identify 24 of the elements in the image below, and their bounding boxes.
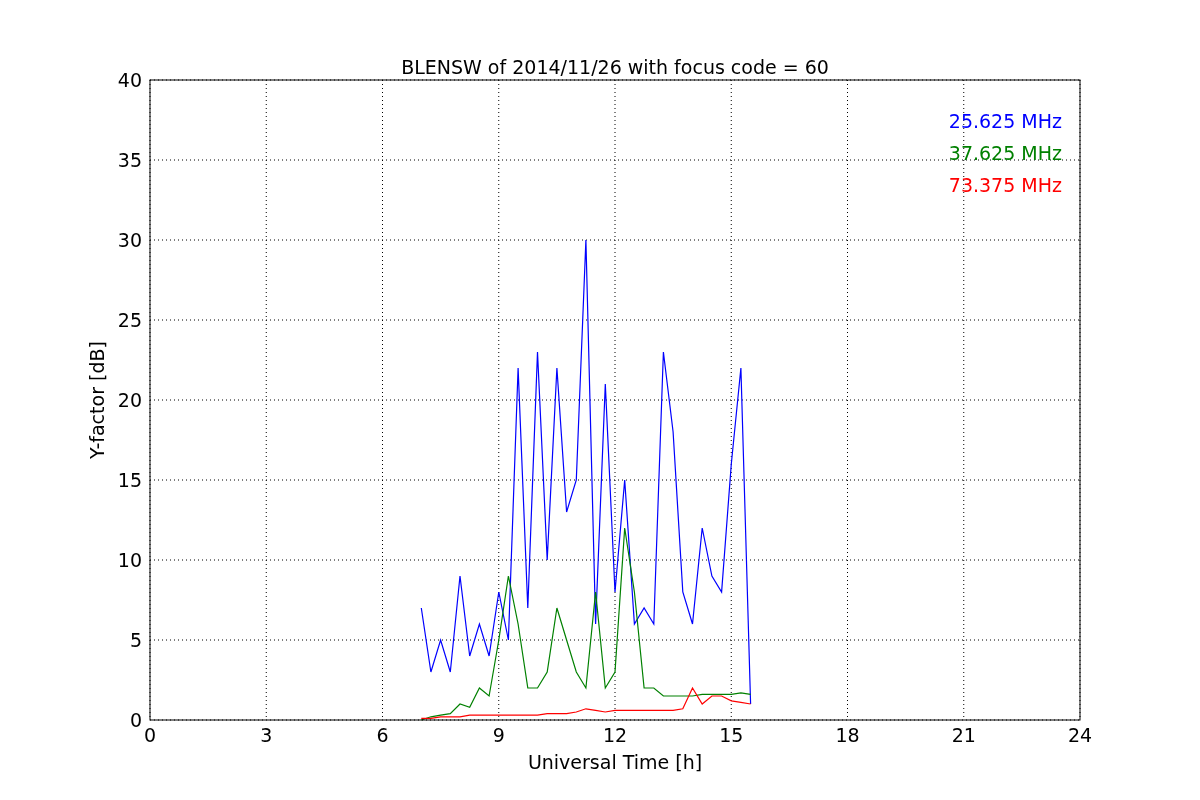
y-tick-label: 15 xyxy=(117,469,142,491)
y-tick-label: 10 xyxy=(117,549,142,571)
x-tick-label: 6 xyxy=(376,724,389,746)
x-tick-label: 24 xyxy=(1067,724,1093,746)
y-tick-label: 40 xyxy=(117,69,142,91)
x-tick-label: 3 xyxy=(260,724,273,746)
x-tick-label: 15 xyxy=(719,724,744,746)
y-tick-label: 0 xyxy=(129,709,142,731)
legend-label: 73.375 MHz xyxy=(948,174,1062,196)
y-tick-label: 20 xyxy=(117,389,142,411)
y-tick-label: 5 xyxy=(129,629,142,651)
chart-title: BLENSW of 2014/11/26 with focus code = 60 xyxy=(401,56,829,78)
y-axis-label: Y-factor [dB] xyxy=(86,341,108,459)
x-tick-label: 21 xyxy=(951,724,976,746)
x-tick-label: 9 xyxy=(492,724,505,746)
x-tick-label: 0 xyxy=(143,724,157,746)
x-tick-label: 18 xyxy=(835,724,860,746)
y-tick-label: 35 xyxy=(117,149,142,171)
legend-label: 25.625 MHz xyxy=(948,110,1062,132)
legend-label: 37.625 MHz xyxy=(948,142,1062,164)
y-tick-label: 30 xyxy=(117,229,142,251)
x-tick-label: 12 xyxy=(602,724,628,746)
y-tick-label: 25 xyxy=(117,309,142,331)
x-axis-label: Universal Time [h] xyxy=(527,751,703,773)
